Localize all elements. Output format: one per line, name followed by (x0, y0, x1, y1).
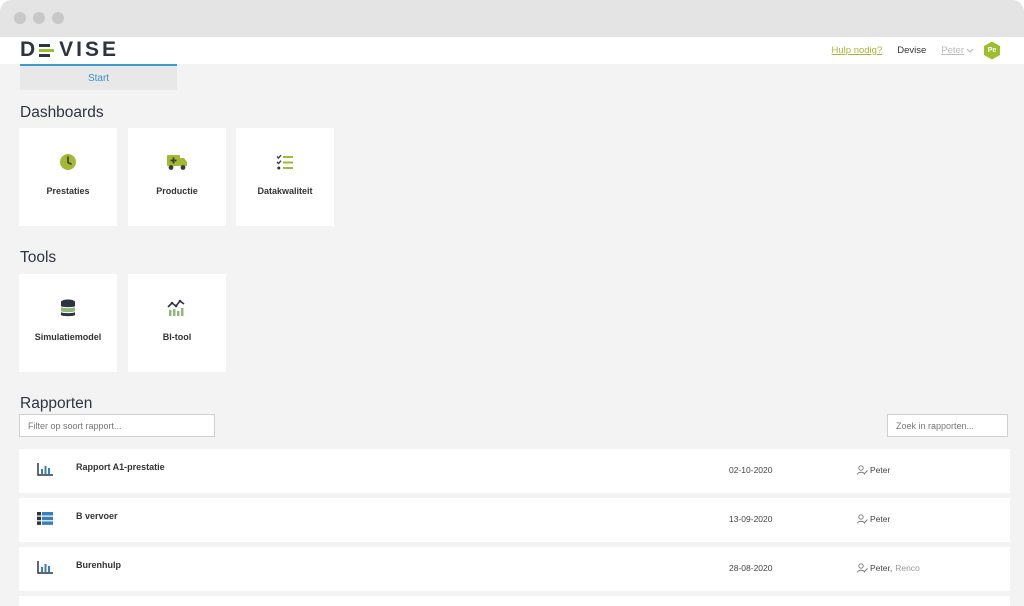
tab-start[interactable]: Start (20, 64, 177, 90)
logo-text-left: D (20, 38, 39, 61)
user-edit-icon (857, 514, 868, 524)
main-content: Dashboards Prestaties Productie Datakwal… (0, 90, 1024, 606)
window-close-dot[interactable] (14, 12, 26, 24)
tool-tile-bi-tool[interactable]: BI-tool (128, 274, 226, 372)
report-name[interactable]: Burenhulp (76, 560, 121, 570)
tile-label: Datakwaliteit (257, 186, 313, 196)
header-actions: Hulp nodig? Devise Peter Pe (832, 37, 1024, 64)
tool-tile-simulatiemodel[interactable]: Simulatiemodel (19, 274, 117, 372)
report-shared-with: Renco (895, 563, 920, 573)
report-date: 13-09-2020 (729, 514, 773, 524)
database-icon (61, 299, 75, 317)
report-name[interactable]: Rapport A1-prestatie (76, 462, 165, 472)
company-name[interactable]: Devise (897, 45, 926, 56)
tools-heading: Tools (20, 249, 57, 266)
dashboards-heading: Dashboards (20, 104, 104, 121)
dashboard-tile-prestaties[interactable]: Prestaties (19, 128, 117, 226)
tile-label: BI-tool (162, 332, 192, 342)
report-owner-name: Peter, (870, 563, 893, 573)
bar-chart-icon (37, 561, 53, 574)
checklist-icon (276, 154, 293, 170)
report-owner-name: Peter (870, 465, 891, 475)
report-name[interactable]: B vervoer (76, 511, 118, 521)
dashboard-tile-productie[interactable]: Productie (128, 128, 226, 226)
report-owner: Peter (857, 465, 890, 475)
window-chrome (0, 0, 1024, 37)
report-date: 28-08-2020 (729, 563, 773, 573)
bar-chart-icon (37, 463, 53, 476)
tile-label: Simulatiemodel (34, 332, 102, 342)
reports-heading: Rapporten (20, 395, 93, 412)
user-edit-icon (857, 465, 868, 475)
report-owner: Peter, Renco (857, 563, 920, 573)
user-menu[interactable]: Peter (941, 45, 974, 56)
devise-logo[interactable]: D VISE (20, 38, 120, 61)
logo-e-mark (39, 43, 56, 58)
report-row[interactable]: B vervoer 13-09-2020 Peter (19, 498, 1010, 542)
clock-icon (60, 154, 76, 170)
tab-bar: Start (0, 64, 1024, 90)
top-navbar: D VISE Hulp nodig? Devise Peter Pe (0, 37, 1024, 64)
tab-label: Start (87, 72, 110, 84)
report-owner-name: Peter (870, 514, 891, 524)
user-edit-icon (857, 563, 868, 573)
avatar-initials: Pe (987, 47, 997, 54)
logo-text-right: VISE (59, 38, 120, 61)
chevron-down-icon (966, 48, 974, 53)
report-row[interactable]: Rapport A1-prestatie 02-10-2020 Peter (19, 449, 1010, 493)
tile-label: Prestaties (46, 186, 90, 196)
window-maximize-dot[interactable] (52, 12, 64, 24)
report-type-filter[interactable] (19, 414, 215, 437)
trend-chart-icon (167, 299, 185, 316)
dashboard-tile-datakwaliteit[interactable]: Datakwaliteit (236, 128, 334, 226)
report-row[interactable]: Burenhulp 28-08-2020 Peter, Renco (19, 547, 1010, 591)
avatar[interactable]: Pe (984, 41, 1000, 60)
user-name: Peter (941, 45, 964, 56)
table-icon (37, 512, 53, 525)
tile-label: Productie (156, 186, 198, 196)
report-date: 02-10-2020 (729, 465, 773, 475)
help-link[interactable]: Hulp nodig? (832, 45, 883, 56)
report-search-input[interactable] (887, 414, 1008, 437)
report-owner: Peter (857, 514, 890, 524)
browser-window: D VISE Hulp nodig? Devise Peter Pe Start… (0, 0, 1024, 606)
window-minimize-dot[interactable] (33, 12, 45, 24)
ambulance-icon (167, 155, 187, 170)
report-row[interactable] (19, 596, 1010, 606)
